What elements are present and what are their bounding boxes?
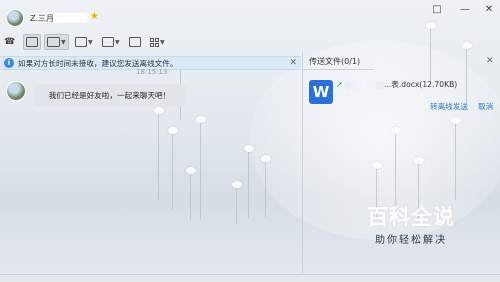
- flower-stem: [466, 45, 467, 105]
- flower: [372, 162, 382, 169]
- flower-stem: [430, 25, 431, 85]
- maximize-button[interactable]: □: [430, 4, 444, 16]
- file-name: ...表.docx(12.70KB): [346, 79, 457, 90]
- message-text: 我们已经是好友啦，一起来聊天吧！: [48, 91, 171, 100]
- chevron-down-icon: ▼: [61, 38, 66, 46]
- video-call-icon: [26, 37, 38, 47]
- flower-stem: [158, 110, 159, 200]
- flower: [232, 181, 242, 188]
- tab-file-transfer-label: 传送文件(0/1): [309, 57, 361, 66]
- send-offline-link[interactable]: 转离线发送: [430, 101, 468, 112]
- close-button[interactable]: ✕: [482, 4, 496, 16]
- chevron-down-icon: ▼: [160, 38, 165, 46]
- info-icon: i: [4, 58, 14, 68]
- flower: [154, 107, 164, 114]
- flower: [186, 167, 196, 174]
- input-divider: [0, 274, 500, 275]
- message-bubble[interactable]: 我们已经是好友啦，一起来聊天吧！: [33, 84, 186, 107]
- flower: [261, 155, 271, 162]
- flower: [414, 157, 424, 164]
- screen-share-icon: [47, 37, 60, 47]
- contact-name-text: Z.三月: [30, 14, 55, 23]
- flower-stem: [265, 158, 266, 218]
- voice-call-button[interactable]: ☎: [4, 34, 15, 50]
- flower-stem: [455, 120, 456, 200]
- watermark-logo: 百科全说 助你轻松解决: [356, 205, 466, 246]
- flower: [391, 127, 401, 134]
- chevron-down-icon: ▼: [88, 38, 93, 46]
- phone-icon: ☎: [4, 37, 16, 47]
- contact-avatar[interactable]: [6, 9, 24, 27]
- contact-name[interactable]: Z.三月: [30, 13, 90, 23]
- flower-stem: [172, 130, 173, 210]
- flower: [168, 127, 178, 134]
- notice-close-icon[interactable]: ✕: [289, 58, 297, 68]
- minimize-button[interactable]: —: [458, 4, 472, 16]
- chat-toolbar: ☎ ▼ ▼ ▼ ▼: [0, 34, 200, 52]
- watermark-subtitle: 助你轻松解决: [375, 235, 447, 246]
- flower-stem: [200, 120, 201, 220]
- create-group-button[interactable]: [129, 34, 141, 50]
- flower: [451, 117, 461, 124]
- remote-desktop-icon: [102, 37, 114, 47]
- panel-divider[interactable]: [302, 52, 303, 274]
- tab-file-transfer[interactable]: 传送文件(0/1): [303, 52, 373, 70]
- upload-arrow-icon: ➚: [336, 80, 343, 89]
- screen-share-button[interactable]: ▼: [44, 34, 69, 50]
- flower: [196, 116, 206, 123]
- notice-text: 如果对方长时间未接收，建议您发送离线文件。: [18, 58, 178, 68]
- remote-desktop-button[interactable]: ▼: [102, 34, 120, 50]
- watermark-title: 百科全说: [367, 205, 455, 229]
- word-file-icon: W: [309, 80, 333, 104]
- send-file-button[interactable]: ▼: [75, 34, 93, 50]
- send-file-icon: [75, 37, 87, 47]
- create-group-icon: [129, 37, 141, 47]
- title-bar: Z.三月 ★ □ — ✕: [0, 0, 500, 32]
- flower-stem: [236, 184, 237, 224]
- message-timestamp: 18:15:13: [136, 68, 168, 76]
- chevron-down-icon: ▼: [115, 38, 120, 46]
- panel-close-icon[interactable]: ✕: [486, 56, 494, 66]
- apps-button[interactable]: ▼: [150, 34, 165, 50]
- redacted-text: [346, 80, 384, 90]
- vip-star-icon[interactable]: ★: [90, 12, 99, 22]
- video-call-button[interactable]: [23, 34, 41, 50]
- flower-stem: [248, 148, 249, 218]
- file-name-suffix: 表.docx(12.70KB): [391, 80, 458, 89]
- sender-avatar[interactable]: [6, 81, 26, 101]
- apps-icon: [150, 37, 159, 47]
- cancel-link[interactable]: 取消: [478, 101, 493, 112]
- flower: [462, 42, 472, 49]
- flower: [244, 145, 254, 152]
- flower-stem: [190, 170, 191, 220]
